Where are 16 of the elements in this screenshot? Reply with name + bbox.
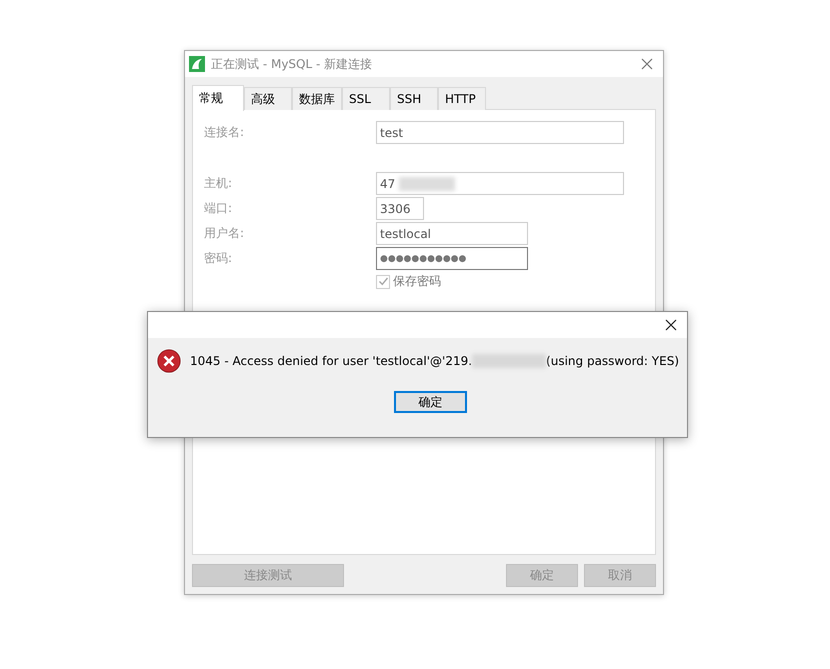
tab[interactable]: SSH [390,87,438,110]
ok-button[interactable]: 确定 [394,391,467,413]
tab[interactable]: 高级 [244,87,292,110]
field-label: 端口: [204,200,234,217]
field-label: 密码: [204,250,234,267]
tab[interactable]: SSL [342,87,390,110]
field-label: 主机: [204,175,234,192]
error-message: 1045 - Access denied for user 'testlocal'@'219. (using password: YES) [190,354,679,368]
field-label: 用户名: [204,225,246,242]
close-icon[interactable] [665,319,677,331]
window-title: 正在测试 - MySQL - 新建连接 [211,56,374,72]
tab[interactable]: HTTP [438,87,486,110]
tab[interactable]: 常规 [192,85,244,111]
field-label: 连接名: [204,124,246,141]
checkbox-label: 保存密码 [393,273,441,290]
tab[interactable]: 数据库 [292,87,342,110]
